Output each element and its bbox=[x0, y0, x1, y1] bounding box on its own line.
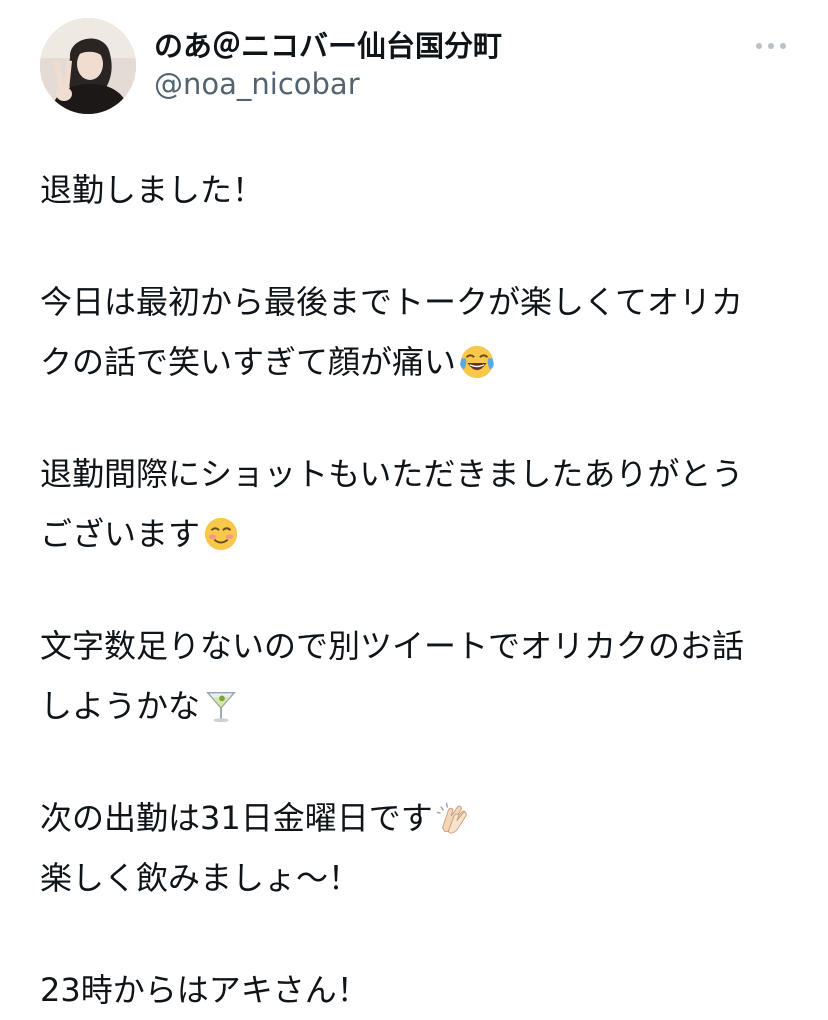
display-name[interactable]: のあ＠ニコバー仙台国分町 bbox=[154, 28, 502, 64]
user-name-block: のあ＠ニコバー仙台国分町 @noa_nicobar bbox=[154, 28, 502, 102]
tweet-line: 次の出勤は31日金曜日です bbox=[40, 788, 800, 848]
avatar[interactable] bbox=[40, 18, 136, 114]
smiling-face-icon bbox=[204, 517, 238, 551]
tweet-text: 退勤しました！ 今日は最初から最後までトークが楽しくてオリカ クの話で笑いすぎて… bbox=[40, 160, 800, 1020]
tweet-line-text: 楽しく飲みましょ～！ bbox=[40, 859, 361, 897]
tweet-line: クの話で笑いすぎて顔が痛い bbox=[40, 332, 800, 392]
tweet-line: しようかな bbox=[40, 676, 800, 736]
tweet-line: 今日は最初から最後までトークが楽しくてオリカ bbox=[40, 272, 800, 332]
tweet-line: 退勤しました！ bbox=[40, 160, 800, 220]
tweet-line: 楽しく飲みましょ～！ bbox=[40, 848, 800, 908]
clapping-hands-icon bbox=[436, 802, 467, 834]
cocktail-glass-icon bbox=[206, 691, 236, 723]
more-options-button[interactable] bbox=[754, 34, 788, 58]
tweet-line: ございます bbox=[40, 504, 800, 564]
more-horizontal-icon bbox=[756, 43, 786, 49]
tweet-line: 退勤間際にショットもいただきましたありがとう bbox=[40, 444, 800, 504]
tweet-line-text: ございます bbox=[40, 515, 201, 553]
user-handle[interactable]: @noa_nicobar bbox=[154, 66, 502, 102]
tweet-line-text: 退勤しました！ bbox=[40, 171, 265, 209]
tweet-line: 23時からはアキさん！ bbox=[40, 960, 800, 1020]
tweet-line-text: 今日は最初から最後までトークが楽しくてオリカ bbox=[40, 283, 744, 321]
tweet-line: 文字数足りないので別ツイートでオリカクのお話 bbox=[40, 616, 800, 676]
face-with-tears-of-joy-icon bbox=[460, 345, 494, 379]
tweet-line-text: 次の出勤は31日金曜日です bbox=[40, 799, 433, 837]
tweet-line-text: しようかな bbox=[40, 687, 201, 725]
tweet-line-text: 退勤間際にショットもいただきましたありがとう bbox=[40, 455, 744, 493]
tweet-line-text: クの話で笑いすぎて顔が痛い bbox=[40, 343, 457, 381]
tweet-line-text: 文字数足りないので別ツイートでオリカクのお話 bbox=[40, 627, 745, 665]
tweet-header: のあ＠ニコバー仙台国分町 @noa_nicobar bbox=[40, 18, 788, 118]
tweet-line-text: 23時からはアキさん！ bbox=[40, 971, 369, 1009]
